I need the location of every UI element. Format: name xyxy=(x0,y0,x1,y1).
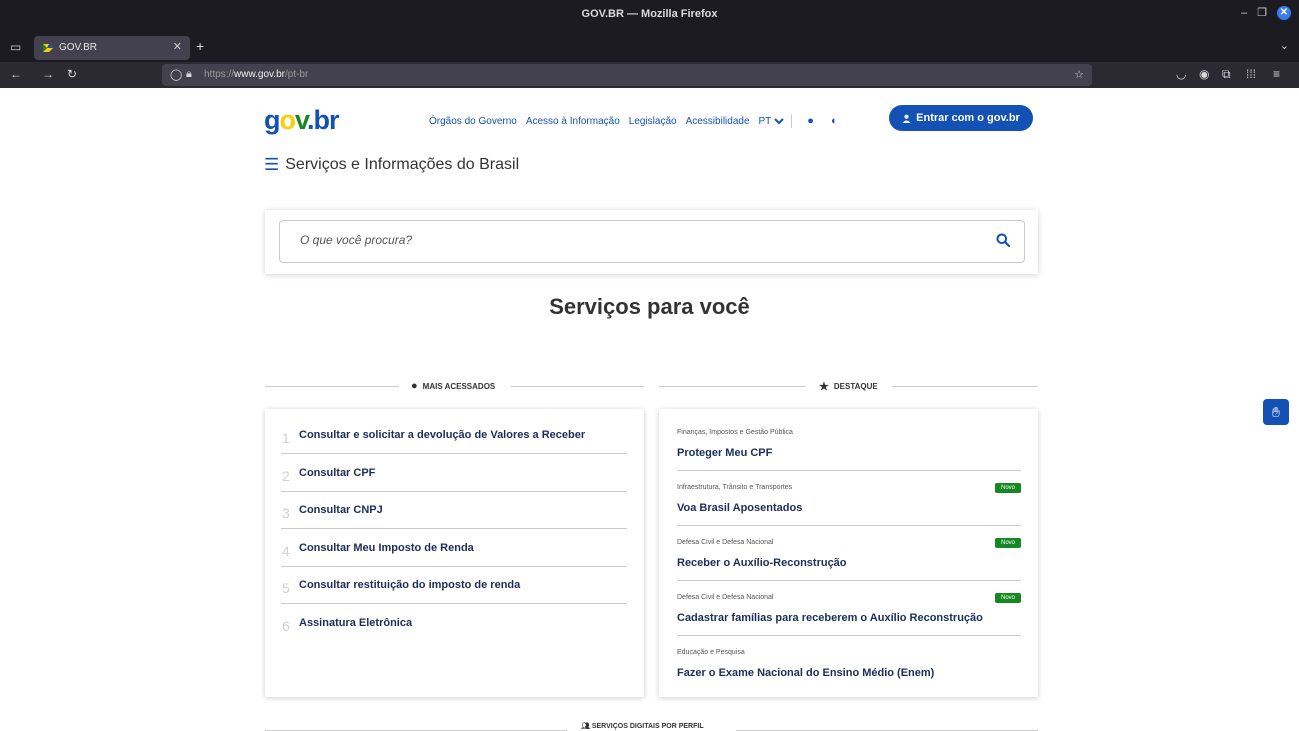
bookmark-star-icon[interactable]: ☆ xyxy=(1074,68,1084,81)
lock-icon[interactable]: 🔒︎ xyxy=(186,68,192,81)
profile-services-label: SERVIÇOS DIGITAIS POR PERFIL xyxy=(591,723,704,730)
highlight-item[interactable]: Infraestrutura, Trânsito e Transportes N… xyxy=(677,471,1021,526)
new-tab-button[interactable]: + xyxy=(196,38,204,54)
reload-icon[interactable]: ↻ xyxy=(67,67,77,81)
highlight-link[interactable]: Voa Brasil Aposentados xyxy=(677,502,802,514)
login-label: Entrar com o gov.br xyxy=(916,112,1020,124)
most-accessed-card: 1 Consultar e solicitar a devolução de V… xyxy=(265,409,644,697)
navigation-toolbar: ← → ↻ ◯ 🔒︎ https://www.gov.br/pt-br ☆ ◡ … xyxy=(0,62,1299,88)
list-item[interactable]: 1 Consultar e solicitar a devolução de V… xyxy=(281,416,627,454)
list-item[interactable]: 3 Consultar CNPJ xyxy=(281,491,627,529)
highlight-link[interactable]: Cadastrar famílias para receberem o Auxí… xyxy=(677,612,983,624)
back-arrow-icon[interactable]: ← xyxy=(10,67,22,81)
profile-services-header: 👥︎ SERVIÇOS DIGITAIS POR PERFIL xyxy=(265,722,1038,731)
account-icon[interactable]: ◉ xyxy=(1199,67,1209,81)
nav-link-orgaos[interactable]: Órgãos do Governo xyxy=(429,116,517,127)
page-heading: Serviços para você xyxy=(549,294,750,319)
rank-number: 6 xyxy=(282,618,290,634)
divider xyxy=(791,114,793,128)
tab-list-icon[interactable]: ▭ xyxy=(10,40,24,54)
tab-title: GOV.BR xyxy=(59,42,97,53)
nav-link-legislacao[interactable]: Legislação xyxy=(629,116,677,127)
people-icon: 👥︎ xyxy=(581,723,592,730)
search-card xyxy=(265,210,1038,274)
rank-number: 1 xyxy=(282,430,290,446)
search-icon[interactable] xyxy=(996,233,1010,247)
highlight-item[interactable]: Finanças, Impostos e Gestão Pública Prot… xyxy=(677,416,1021,471)
service-link[interactable]: Consultar e solicitar a devolução de Val… xyxy=(299,429,585,441)
high-contrast-icon[interactable]: ◐ xyxy=(831,115,838,127)
service-link[interactable]: Consultar CNPJ xyxy=(299,504,383,516)
pocket-icon[interactable]: ◡ xyxy=(1176,67,1186,81)
main-menu-toggle[interactable]: ☰ Serviços e Informações do Brasil xyxy=(264,156,519,174)
forward-arrow-icon[interactable]: → xyxy=(42,67,54,81)
star-icon: ★ xyxy=(819,381,829,393)
window-titlebar: GOV.BR — Mozilla Firefox – ❐ ✕ xyxy=(0,0,1299,33)
highlight-category: Educação e Pesquisa xyxy=(677,649,745,656)
rank-number: 2 xyxy=(282,468,290,484)
highlight-category: Finanças, Impostos e Gestão Pública xyxy=(677,429,793,436)
most-accessed-header: ● MAIS ACESSADOS xyxy=(265,379,644,393)
color-contrast-icon[interactable]: ● xyxy=(807,115,814,127)
fire-icon: ● xyxy=(411,380,418,392)
highlight-category: Infraestrutura, Trânsito e Transportes xyxy=(677,484,793,491)
chevron-down-icon xyxy=(774,117,785,124)
gov-br-logo[interactable]: gov.br xyxy=(264,106,340,134)
apps-grid-icon[interactable]: ⁞⁞⁞ xyxy=(1246,67,1256,81)
highlight-link[interactable]: Proteger Meu CPF xyxy=(677,447,772,459)
hamburger-menu-icon[interactable]: ☰ xyxy=(264,156,279,174)
tab-gov-br[interactable]: GOV.BR ✕ xyxy=(34,36,190,60)
login-button[interactable]: Entrar com o gov.br xyxy=(889,105,1033,131)
language-selector[interactable]: PT xyxy=(759,116,785,127)
highlights-card: Finanças, Impostos e Gestão Pública Prot… xyxy=(659,409,1038,697)
service-link[interactable]: Consultar Meu Imposto de Renda xyxy=(299,542,474,554)
new-badge: Novo xyxy=(994,538,1021,548)
rank-number: 4 xyxy=(282,543,290,559)
top-navigation: Órgãos do Governo Acesso à Informação Le… xyxy=(429,114,855,128)
most-accessed-label: MAIS ACESSADOS xyxy=(422,381,496,391)
minimize-icon[interactable]: – xyxy=(1241,6,1247,20)
highlights-label: DESTAQUE xyxy=(833,382,878,391)
language-label: PT xyxy=(758,115,772,127)
page-content: gov.br Órgãos do Governo Acesso à Inform… xyxy=(0,88,1299,731)
search-box[interactable] xyxy=(279,220,1025,263)
rank-number: 3 xyxy=(282,505,290,521)
window-title: GOV.BR — Mozilla Firefox xyxy=(581,8,718,20)
new-badge: Novo xyxy=(994,483,1021,493)
nav-link-acessibilidade[interactable]: Acessibilidade xyxy=(686,116,750,127)
highlight-item[interactable]: Defesa Civil e Defesa Nacional Novo Cada… xyxy=(677,581,1021,636)
nav-link-acesso-informacao[interactable]: Acesso à Informação xyxy=(526,116,620,127)
url-bar[interactable]: ◯ 🔒︎ https://www.gov.br/pt-br ☆ xyxy=(162,64,1092,86)
close-window-icon[interactable]: ✕ xyxy=(1277,6,1291,20)
highlights-header: ★ DESTAQUE xyxy=(659,379,1038,393)
list-item[interactable]: 2 Consultar CPF xyxy=(281,454,627,492)
vlibras-hands-icon[interactable]: ✋︎ xyxy=(1263,399,1289,425)
gov-favicon-icon xyxy=(43,44,53,52)
rank-number: 5 xyxy=(282,580,290,596)
restore-icon[interactable]: ❐ xyxy=(1257,6,1267,20)
site-title: Serviços e Informações do Brasil xyxy=(285,156,520,173)
list-item[interactable]: 5 Consultar restituição do imposto de re… xyxy=(281,566,627,604)
list-item[interactable]: 4 Consultar Meu Imposto de Renda xyxy=(281,529,627,567)
highlight-link[interactable]: Fazer o Exame Nacional do Ensino Médio (… xyxy=(677,667,934,679)
highlight-link[interactable]: Receber o Auxílio-Reconstrução xyxy=(677,557,847,569)
tab-strip: ▭ GOV.BR ✕ + ⌄ xyxy=(0,33,1299,62)
tab-close-icon[interactable]: ✕ xyxy=(173,40,182,53)
highlight-item[interactable]: Educação e Pesquisa Fazer o Exame Nacion… xyxy=(677,636,1021,691)
highlight-category: Defesa Civil e Defesa Nacional xyxy=(677,594,774,601)
service-link[interactable]: Consultar CPF xyxy=(299,467,375,479)
search-input[interactable] xyxy=(300,233,960,247)
service-link[interactable]: Assinatura Eletrônica xyxy=(299,617,412,629)
highlight-item[interactable]: Defesa Civil e Defesa Nacional Novo Rece… xyxy=(677,526,1021,581)
new-badge: Novo xyxy=(994,593,1021,603)
hamburger-menu-icon[interactable]: ≡ xyxy=(1273,67,1280,81)
chevron-down-icon[interactable]: ⌄ xyxy=(1280,39,1289,52)
user-icon xyxy=(902,114,911,123)
shield-icon[interactable]: ◯ xyxy=(170,68,182,81)
url-text[interactable]: https://www.gov.br/pt-br xyxy=(204,69,308,80)
list-item[interactable]: 6 Assinatura Eletrônica xyxy=(281,604,627,642)
extensions-icon[interactable]: ⧉ xyxy=(1222,67,1231,82)
highlight-category: Defesa Civil e Defesa Nacional xyxy=(677,539,774,546)
service-link[interactable]: Consultar restituição do imposto de rend… xyxy=(299,579,520,591)
